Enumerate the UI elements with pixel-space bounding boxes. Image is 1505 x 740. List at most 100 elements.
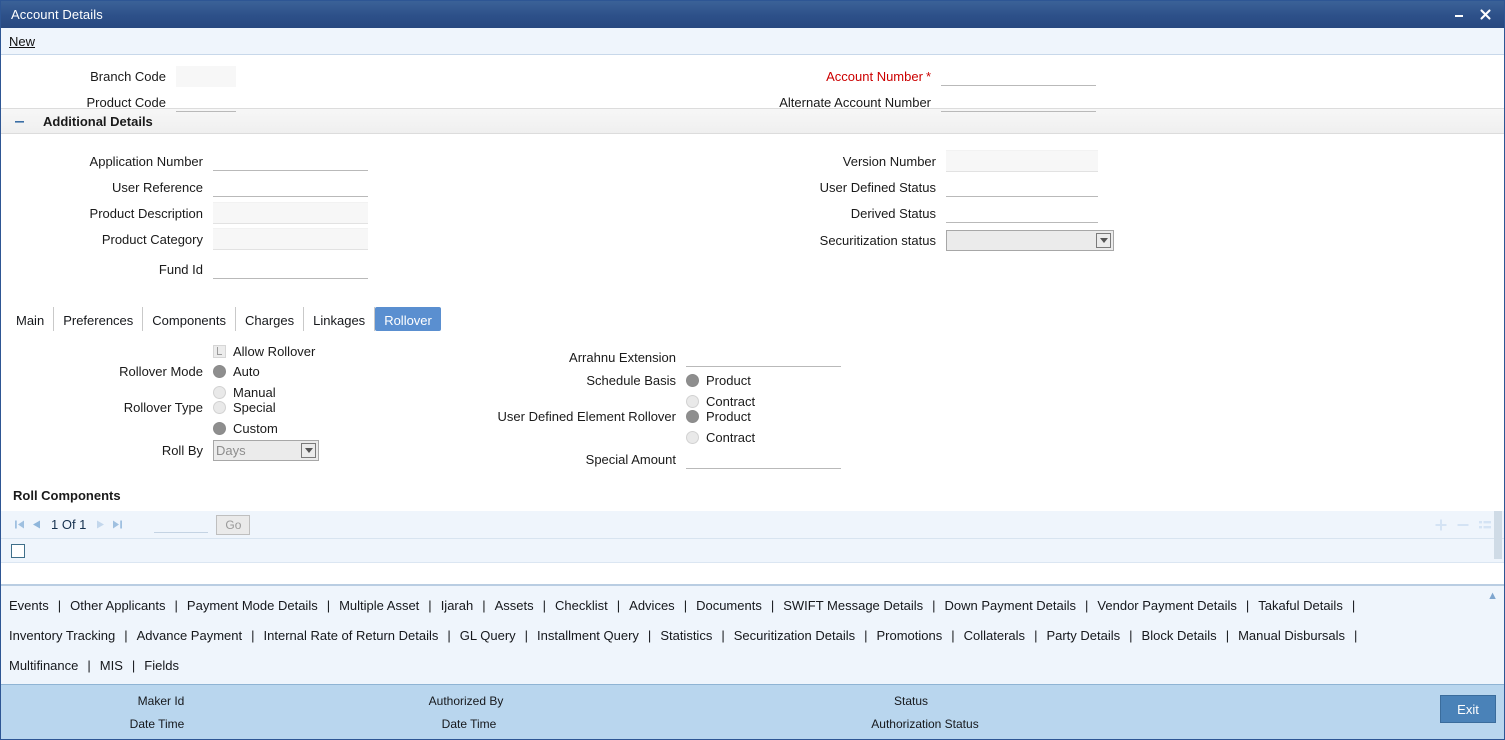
close-icon[interactable] [1472,5,1498,25]
tab-linkages[interactable]: Linkages [304,307,376,331]
branch-code-input[interactable] [176,65,236,87]
fund-id-input[interactable] [213,259,368,279]
radio-ude-product-icon[interactable] [686,410,699,423]
rollover-type-special-label: Special [233,400,276,415]
rollover-mode-label: Rollover Mode [119,364,203,379]
last-page-icon[interactable] [109,516,126,533]
scroll-up-icon[interactable]: ▲ [1487,590,1498,602]
arrahnu-extension-input[interactable] [686,347,841,367]
rollover-mode-option-auto[interactable]: Auto [213,363,276,380]
ude-rollover-option-product[interactable]: Product [686,408,755,425]
minimize-icon[interactable] [1446,5,1472,25]
tab-main[interactable]: Main [7,307,55,331]
tab-charges[interactable]: Charges [236,307,305,331]
tab-components[interactable]: Components [143,307,236,331]
radio-special-icon[interactable] [213,401,226,414]
link-advance-payment[interactable]: Advance Payment [137,628,243,643]
link-gl-query[interactable]: GL Query [460,628,516,643]
grid-options-icon[interactable] [1474,515,1496,535]
link-multifinance[interactable]: Multifinance [9,658,78,673]
ude-rollover-option-contract[interactable]: Contract [686,429,755,446]
goto-page-input[interactable] [154,516,209,533]
required-asterisk: * [925,68,931,84]
derived-status-input[interactable] [946,203,1098,223]
ude-rollover-label: User Defined Element Rollover [497,409,676,424]
link-ijarah[interactable]: Ijarah [441,598,474,613]
radio-auto-icon[interactable] [213,365,226,378]
rollover-type-option-custom[interactable]: Custom [213,420,278,437]
radio-custom-icon[interactable] [213,422,226,435]
user-defined-status-input[interactable] [946,177,1098,197]
version-number-label: Version Number [842,153,936,169]
link-down-payment-details[interactable]: Down Payment Details [945,598,1077,613]
link-payment-mode-details[interactable]: Payment Mode Details [187,598,318,613]
link-other-applicants[interactable]: Other Applicants [70,598,165,613]
account-number-input[interactable] [941,66,1096,86]
link-inventory-tracking[interactable]: Inventory Tracking [9,628,115,643]
link-collaterals[interactable]: Collaterals [964,628,1025,643]
product-category-input[interactable] [213,228,368,250]
roll-components-grid: 1 Of 1 Go [1,511,1504,585]
link-internal-rate-of-return-details[interactable]: Internal Rate of Return Details [264,628,439,643]
link-swift-message-details[interactable]: SWIFT Message Details [783,598,923,613]
exit-button[interactable]: Exit [1440,695,1496,723]
rollover-type-option-special[interactable]: Special [213,399,278,416]
link-securitization-details[interactable]: Securitization Details [734,628,855,643]
application-number-input[interactable] [213,151,368,171]
first-page-icon[interactable] [11,516,28,533]
schedule-basis-option-product[interactable]: Product [686,372,755,389]
select-all-checkbox[interactable] [11,543,25,558]
link-block-details[interactable]: Block Details [1142,628,1217,643]
grid-header-row [1,539,1504,563]
prev-page-icon[interactable] [28,516,45,533]
securitization-status-select[interactable] [946,229,1114,251]
grid-scrollbar[interactable] [1494,511,1502,559]
schedule-basis-label: Schedule Basis [586,373,676,388]
rollover-panel: Allow Rollover Rollover Mode Auto Manual [1,332,1504,487]
link-advices[interactable]: Advices [629,598,675,613]
product-description-input[interactable] [213,202,368,224]
roll-by-select[interactable]: Days [213,439,319,461]
product-category-label: Product Category [101,231,203,247]
alternate-account-number-label: Alternate Account Number [779,94,931,110]
user-reference-input[interactable] [213,177,368,197]
link-installment-query[interactable]: Installment Query [537,628,639,643]
alternate-account-number-input[interactable] [941,92,1096,112]
tab-rollover[interactable]: Rollover [375,307,441,331]
menu-strip: New [1,28,1504,55]
radio-schedule-product-icon[interactable] [686,374,699,387]
radio-manual-icon[interactable] [213,386,226,399]
radio-ude-contract-icon[interactable] [686,431,699,444]
next-page-icon[interactable] [92,516,109,533]
link-vendor-payment-details[interactable]: Vendor Payment Details [1097,598,1236,613]
link-documents[interactable]: Documents [696,598,762,613]
link-events[interactable]: Events [9,598,49,613]
remove-row-icon[interactable] [1452,515,1474,535]
allow-rollover-checkbox[interactable] [213,344,226,358]
product-code-input[interactable] [176,92,236,112]
chevron-down-icon[interactable] [301,442,316,458]
chevron-down-icon[interactable] [1096,232,1111,248]
link-checklist[interactable]: Checklist [555,598,608,613]
tab-preferences[interactable]: Preferences [54,307,144,331]
link-mis[interactable]: MIS [100,658,123,673]
roll-by-value: Days [216,442,246,458]
link-fields[interactable]: Fields [144,658,179,673]
link-zone: ▲ Events | Other Applicants | Payment Mode… [1,585,1504,686]
special-amount-input[interactable] [686,449,841,469]
field-alternate-account-number: Alternate Account Number [701,89,1161,115]
go-button[interactable]: Go [216,514,251,535]
link-assets[interactable]: Assets [495,598,534,613]
add-row-icon[interactable] [1430,515,1452,535]
radio-schedule-contract-icon[interactable] [686,395,699,408]
link-party-details[interactable]: Party Details [1046,628,1120,643]
minus-icon[interactable] [11,113,27,129]
menu-item-new[interactable]: New [5,34,39,49]
link-statistics[interactable]: Statistics [660,628,712,643]
link-manual-disbursals[interactable]: Manual Disbursals [1238,628,1345,643]
version-number-input[interactable] [946,150,1098,172]
link-takaful-details[interactable]: Takaful Details [1258,598,1343,613]
link-multiple-asset[interactable]: Multiple Asset [339,598,419,613]
link-promotions[interactable]: Promotions [877,628,943,643]
field-fund-id: Fund Id [1,256,368,282]
